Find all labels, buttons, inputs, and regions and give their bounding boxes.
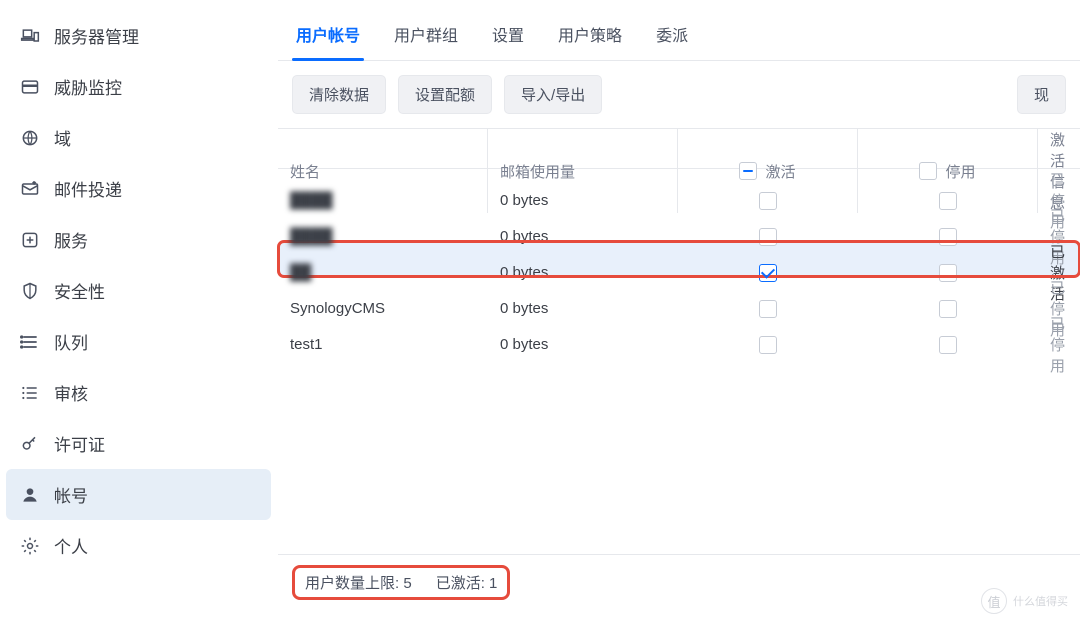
- tab-bar: 用户帐号 用户群组 设置 用户策略 委派: [278, 6, 1080, 61]
- sidebar-item-license[interactable]: 许可证: [6, 418, 271, 469]
- sidebar-item-label: 邮件投递: [54, 176, 122, 201]
- sidebar-item-personal[interactable]: 个人: [6, 520, 271, 571]
- disable-checkbox[interactable]: [939, 336, 957, 354]
- sidebar-item-label: 许可证: [54, 431, 105, 456]
- sidebar-item-label: 域: [54, 125, 71, 150]
- sidebar-item-label: 威胁监控: [54, 74, 122, 99]
- sidebar-item-security[interactable]: 安全性: [6, 265, 271, 316]
- toolbar: 清除数据 设置配额 导入/导出 现: [278, 61, 1080, 129]
- sidebar-item-queue[interactable]: 队列: [6, 316, 271, 367]
- table-row[interactable]: ██ 0 bytes 已激活: [278, 241, 1080, 277]
- user-limit: 用户数量上限: 5: [305, 572, 412, 593]
- tab-delegate[interactable]: 委派: [652, 16, 692, 60]
- sidebar-item-domain[interactable]: 域: [6, 112, 271, 163]
- sidebar-item-label: 服务器管理: [54, 23, 139, 48]
- import-export-button[interactable]: 导入/导出: [504, 75, 602, 114]
- shield-icon: [20, 281, 40, 301]
- row-name: test1: [290, 336, 323, 353]
- sidebar-item-account[interactable]: 帐号: [6, 469, 271, 520]
- main-panel: 用户帐号 用户群组 设置 用户策略 委派 清除数据 设置配额 导入/导出 现 姓…: [278, 0, 1080, 624]
- watermark-badge-icon: 值: [981, 588, 1007, 614]
- activated-count: 已激活: 1: [436, 572, 498, 593]
- row-name: ████: [290, 228, 333, 245]
- activate-checkbox[interactable]: [759, 336, 777, 354]
- tab-user-account[interactable]: 用户帐号: [292, 16, 364, 60]
- tab-user-group[interactable]: 用户群组: [390, 16, 462, 60]
- set-quota-button[interactable]: 设置配额: [398, 75, 492, 114]
- table-header: 姓名 邮箱使用量 激活 停用 激活信息: [278, 129, 1080, 169]
- row-usage: 0 bytes: [488, 313, 678, 376]
- footer: 用户数量上限: 5 已激活: 1: [278, 554, 1080, 624]
- row-name: ████: [290, 192, 333, 209]
- table-row[interactable]: test1 0 bytes 已停用: [278, 313, 1080, 349]
- table-row[interactable]: ████ 0 bytes 已停用: [278, 205, 1080, 241]
- right-toolbar-button[interactable]: 现: [1017, 75, 1066, 114]
- sidebar-item-service[interactable]: 服务: [6, 214, 271, 265]
- list-icon: [20, 383, 40, 403]
- table-row[interactable]: SynologyCMS 0 bytes 已停用: [278, 277, 1080, 313]
- sidebar-item-audit[interactable]: 审核: [6, 367, 271, 418]
- watermark-text: 什么值得买: [1013, 593, 1068, 609]
- tab-settings[interactable]: 设置: [488, 16, 528, 60]
- sidebar: 服务器管理 威胁监控 域 邮件投递 服务 安全性 队列 审核: [0, 0, 278, 624]
- sidebar-item-label: 服务: [54, 227, 88, 252]
- tab-user-policy[interactable]: 用户策略: [554, 16, 626, 60]
- sidebar-item-label: 个人: [54, 533, 88, 558]
- watermark: 值 什么值得买: [981, 588, 1068, 614]
- globe-icon: [20, 128, 40, 148]
- plus-box-icon: [20, 230, 40, 250]
- footer-highlight: 用户数量上限: 5 已激活: 1: [292, 565, 510, 600]
- sidebar-item-label: 安全性: [54, 278, 105, 303]
- row-status: 已停用: [1038, 313, 1080, 376]
- devices-icon: [20, 26, 40, 46]
- sidebar-item-label: 审核: [54, 380, 88, 405]
- queue-icon: [20, 332, 40, 352]
- row-name: ██: [290, 264, 311, 281]
- sidebar-item-server-mgmt[interactable]: 服务器管理: [6, 10, 271, 61]
- user-table: 姓名 邮箱使用量 激活 停用 激活信息 ████ 0 bytes 已停用: [278, 129, 1080, 349]
- gear-icon: [20, 536, 40, 556]
- key-icon: [20, 434, 40, 454]
- sidebar-item-label: 队列: [54, 329, 88, 354]
- clear-data-button[interactable]: 清除数据: [292, 75, 386, 114]
- user-icon: [20, 485, 40, 505]
- sidebar-item-label: 帐号: [54, 482, 88, 507]
- sidebar-item-mail-delivery[interactable]: 邮件投递: [6, 163, 271, 214]
- table-row[interactable]: ████ 0 bytes 已停用: [278, 169, 1080, 205]
- mail-out-icon: [20, 179, 40, 199]
- sidebar-item-threat-monitor[interactable]: 威胁监控: [6, 61, 271, 112]
- card-icon: [20, 77, 40, 97]
